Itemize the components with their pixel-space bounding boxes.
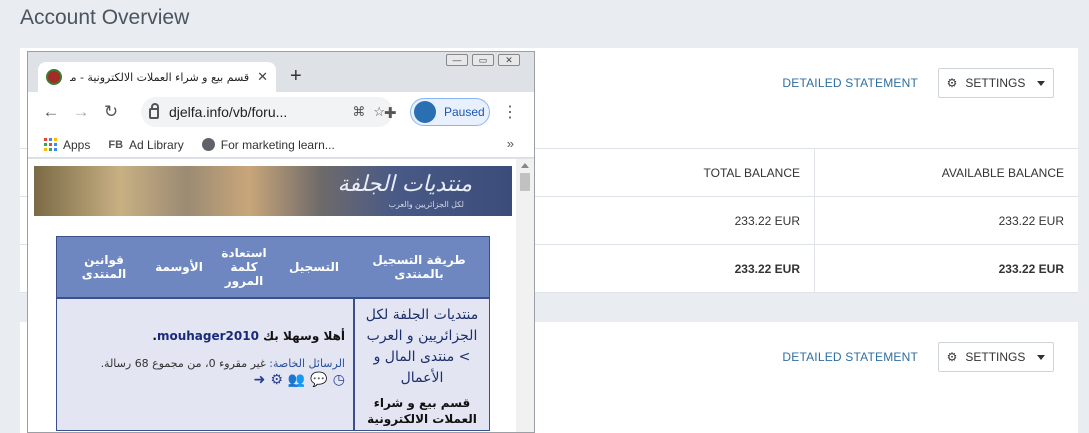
clock-icon[interactable]: ◷ <box>333 372 345 388</box>
avatar <box>414 101 436 123</box>
detailed-statement-link[interactable]: DETAILED STATEMENT <box>782 76 918 90</box>
total-balance-sum: 233.22 EUR <box>550 245 815 292</box>
address-bar[interactable]: djelfa.info/vb/foru... ⌘ ☆ <box>141 97 393 127</box>
minimize-icon[interactable]: — <box>446 54 468 66</box>
back-icon[interactable]: ← <box>36 102 66 122</box>
gear-icon[interactable]: ⚙ <box>270 372 283 388</box>
tab-strip: — ▭ ✕ قسم بيع و شراء العملات الالكترونية… <box>28 52 534 92</box>
bookmark-label: For marketing learn... <box>220 137 335 152</box>
url-text: djelfa.info/vb/foru... <box>169 104 288 120</box>
gear-icon: ⚙ <box>946 350 958 364</box>
user-panel: أهلا وسهلا بك mouhager2010. الرسائل الخا… <box>57 299 353 430</box>
scroll-up-icon[interactable] <box>521 163 529 168</box>
site-favicon-icon <box>46 69 62 85</box>
card-actions: DETAILED STATEMENT ⚙ SETTINGS <box>782 342 1054 372</box>
fb-icon: FB <box>108 138 124 151</box>
greeting: أهلا وسهلا بك <box>263 329 345 343</box>
translate-icon[interactable]: ⌘ <box>352 104 365 120</box>
total-balance-header: TOTAL BALANCE <box>550 149 815 196</box>
scrollbar[interactable] <box>516 159 534 432</box>
nav-badges[interactable]: الأوسمة <box>149 260 209 274</box>
settings-button[interactable]: ⚙ SETTINGS <box>938 342 1054 372</box>
welcome-text: أهلا وسهلا بك mouhager2010. <box>152 329 345 343</box>
gear-icon: ⚙ <box>946 76 958 90</box>
browser-tab[interactable]: قسم بيع و شراء العملات الالكترونية - منت… <box>38 62 276 92</box>
pm-label[interactable]: الرسائل الخاصة: <box>269 357 345 370</box>
window-controls: — ▭ ✕ <box>446 54 520 66</box>
extensions-icon[interactable]: ✚ <box>384 104 397 122</box>
forum-body: منتديات الجلفة لكل الجزائريين و العرب > … <box>57 299 489 430</box>
bookmark-label: Ad Library <box>129 137 184 152</box>
card-actions: DETAILED STATEMENT ⚙ SETTINGS <box>782 68 1054 98</box>
menu-icon[interactable]: ⋮ <box>502 102 518 122</box>
reload-icon[interactable]: ↻ <box>96 102 126 122</box>
available-balance-header: AVAILABLE BALANCE <box>941 165 1064 180</box>
new-tab-icon[interactable]: + <box>290 65 302 88</box>
profile-paused-button[interactable]: Paused <box>410 98 490 126</box>
browser-window: — ▭ ✕ قسم بيع و شراء العملات الالكترونية… <box>27 51 535 433</box>
total-balance-value: 233.22 EUR <box>550 197 815 244</box>
pm-count: غير مقروء 0، من مجموع 68 رسالة. <box>100 357 266 370</box>
private-messages: الرسائل الخاصة: غير مقروء 0، من مجموع 68… <box>65 357 345 370</box>
add-user-icon[interactable]: 👥 <box>288 372 305 388</box>
chevron-down-icon <box>1037 354 1046 360</box>
detailed-statement-link[interactable]: DETAILED STATEMENT <box>782 350 918 364</box>
username[interactable]: mouhager2010 <box>157 329 259 343</box>
bookmarks-more-icon[interactable]: » <box>507 136 514 151</box>
forward-icon[interactable]: → <box>66 102 96 122</box>
browser-toolbar: ← → ↻ djelfa.info/vb/foru... ⌘ ☆ ✚ Pause… <box>28 92 534 132</box>
bookmark-label: Apps <box>63 137 91 152</box>
available-balance-value: 233.22 EUR <box>998 213 1064 228</box>
settings-label: SETTINGS <box>965 76 1026 90</box>
profile-status: Paused <box>444 105 485 119</box>
page-title: Account Overview <box>20 6 190 29</box>
available-balance-sum: 233.22 EUR <box>998 261 1064 276</box>
tab-title: قسم بيع و شراء العملات الالكترونية - منت… <box>70 70 250 84</box>
bookmark-marketing[interactable]: For marketing learn... <box>201 137 335 152</box>
forum-nav: طريقة التسجيل بالمنتدى التسجيل استعادة ك… <box>57 237 489 299</box>
forum-banner: منتديات الجلفة لكل الجزائريين والعرب <box>34 166 512 216</box>
bookmarks-bar: Apps FB Ad Library For marketing learn..… <box>28 132 534 158</box>
chevron-down-icon <box>1037 80 1046 86</box>
nav-register[interactable]: التسجيل <box>279 260 349 274</box>
lock-icon[interactable] <box>149 103 159 119</box>
forum-logo-subtitle: لكل الجزائريين والعرب <box>388 200 464 209</box>
apps-grid-icon <box>44 138 57 151</box>
maximize-icon[interactable]: ▭ <box>472 54 494 66</box>
settings-label: SETTINGS <box>965 350 1026 364</box>
logout-icon[interactable]: ➜ <box>254 372 266 388</box>
forum-logo: منتديات الجلفة <box>337 172 472 197</box>
breadcrumb: منتديات الجلفة لكل الجزائريين و العرب > … <box>353 299 489 430</box>
nav-forum-rules[interactable]: قوانين المنتدى <box>59 253 149 281</box>
globe-icon <box>201 138 215 151</box>
bookmark-apps[interactable]: Apps <box>44 138 90 152</box>
user-icons: ➜ ⚙ 👥 💬 ◷ <box>65 372 345 388</box>
settings-button[interactable]: ⚙ SETTINGS <box>938 68 1054 98</box>
bookmark-ad-library[interactable]: FB Ad Library <box>108 138 183 152</box>
nav-password-recovery[interactable]: استعادة كلمة المرور <box>209 246 279 288</box>
breadcrumb-current: قسم بيع و شراء العملات الالكترونية <box>367 396 477 426</box>
forum-panel: طريقة التسجيل بالمنتدى التسجيل استعادة ك… <box>56 236 490 431</box>
scroll-thumb[interactable] <box>520 173 530 191</box>
nav-registration-method[interactable]: طريقة التسجيل بالمنتدى <box>349 253 489 281</box>
close-window-icon[interactable]: ✕ <box>498 54 520 66</box>
chat-icon[interactable]: 💬 <box>310 372 327 388</box>
close-icon[interactable]: ✕ <box>257 69 268 85</box>
breadcrumb-path[interactable]: منتديات الجلفة لكل الجزائريين و العرب > … <box>359 305 485 389</box>
